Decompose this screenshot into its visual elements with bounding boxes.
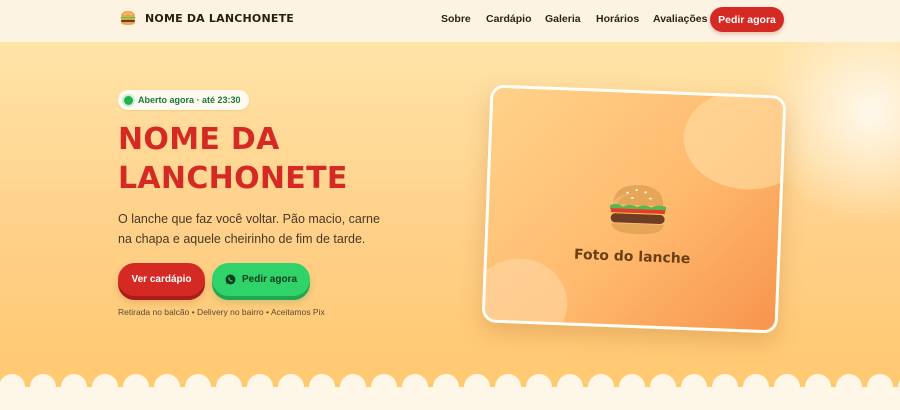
status-dot-icon: [124, 95, 133, 105]
photo-placeholder-card: Foto do lanche: [481, 84, 787, 334]
decor-circle: [481, 256, 569, 334]
nav-link-galeria[interactable]: Galeria: [545, 13, 581, 25]
hero-title-line2: LANCHONETE: [118, 161, 348, 196]
nav-link-sobre[interactable]: Sobre: [441, 13, 471, 25]
page-bottom: [0, 387, 900, 410]
status-text: Aberto agora · até 23:30: [138, 95, 241, 105]
nav-link-cardapio[interactable]: Cardápio: [486, 13, 532, 25]
hero-title: NOME DA LANCHONETE: [118, 120, 418, 198]
nav-order-button[interactable]: Pedir agora: [710, 7, 784, 32]
nav-link-horarios[interactable]: Horários: [596, 13, 639, 25]
order-now-button[interactable]: Pedir agora: [212, 263, 310, 296]
service-info: Retirada no balcão • Delivery no bairro …: [118, 307, 325, 317]
open-status-badge: Aberto agora · até 23:30: [118, 90, 249, 110]
top-nav: NOME DA LANCHONETE Sobre Cardápio Galeri…: [0, 0, 900, 42]
decor-circle: [681, 86, 787, 192]
nav-link-avaliacoes[interactable]: Avaliações: [653, 13, 707, 25]
order-now-label: Pedir agora: [241, 274, 298, 285]
hero-title-line1: NOME DA: [118, 122, 280, 157]
whatsapp-icon: [225, 274, 236, 285]
burger-icon: [609, 185, 667, 235]
hero-subtitle: O lanche que faz você voltar. Pão macio,…: [118, 212, 380, 246]
view-menu-button[interactable]: Ver cardápio: [118, 263, 205, 296]
